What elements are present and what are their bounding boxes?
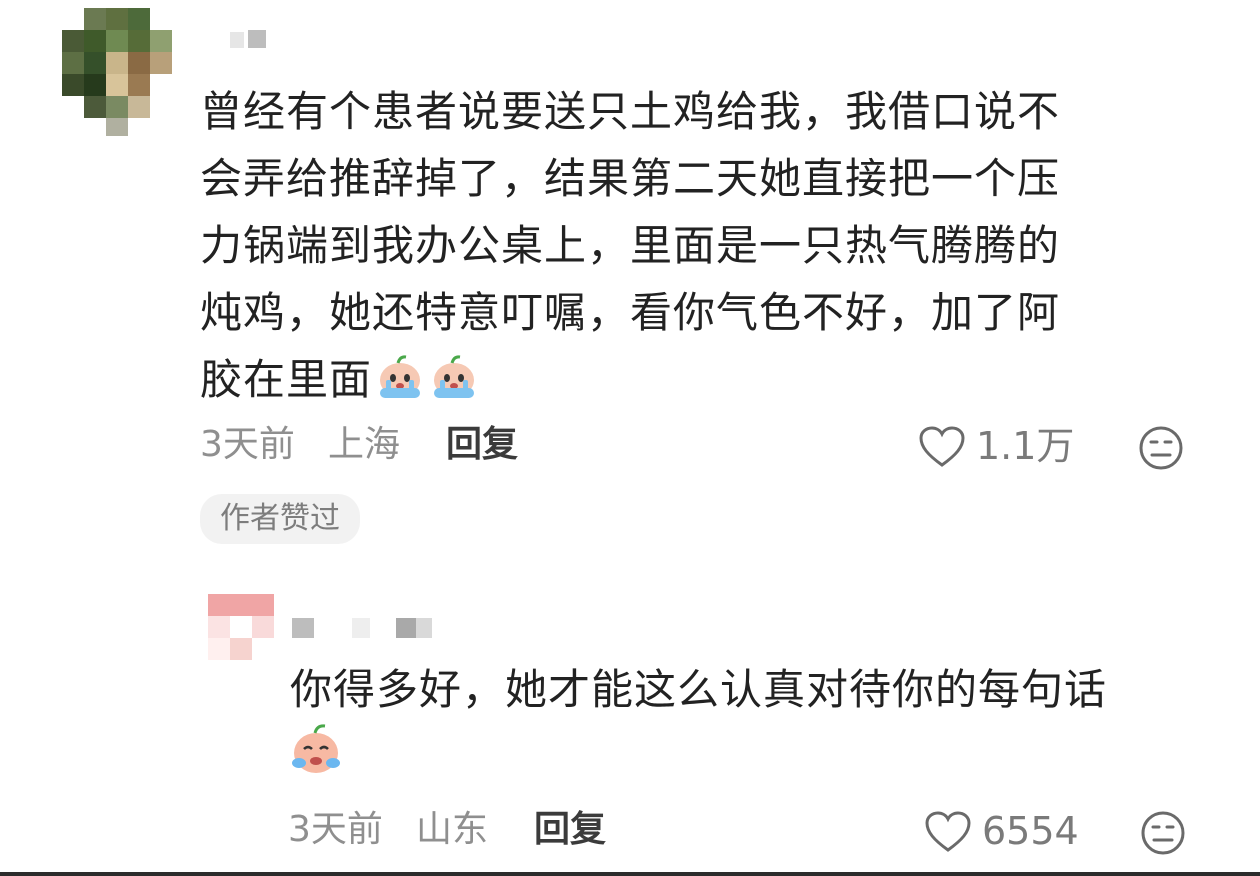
dislike-face-icon[interactable]	[1140, 810, 1186, 860]
like-count: 6554	[982, 809, 1079, 853]
reply-line: 你得多好，她才能这么认真对待你的每句话	[290, 665, 1108, 714]
like-button[interactable]: 6554	[924, 810, 1094, 854]
comment-line-last: 胶在里面	[200, 346, 1200, 413]
reply-time: 3天前	[288, 809, 383, 850]
reply-body: 你得多好，她才能这么认真对待你的每句话	[290, 656, 1220, 787]
bottom-divider	[0, 872, 1260, 876]
comment-meta: 3天前 上海 回复 1.1万	[200, 424, 1200, 470]
crying-face-emoji	[374, 352, 426, 398]
reply-button[interactable]: 回复	[534, 812, 606, 848]
reply-emoji-line	[290, 723, 1220, 787]
comment-line: 曾经有个患者说要送只土鸡给我，我借口说不	[200, 87, 1061, 136]
crying-face-emoji	[290, 723, 342, 777]
comment-location: 上海	[328, 424, 401, 465]
comment-line: 力锅端到我办公桌上，里面是一只热气腾腾的	[200, 221, 1061, 270]
comment-line: 会弄给推辞掉了，结果第二天她直接把一个压	[200, 154, 1061, 203]
comment-time: 3天前	[200, 424, 295, 465]
avatar[interactable]	[208, 594, 274, 660]
username-blurred[interactable]	[292, 614, 442, 638]
heart-icon	[924, 810, 972, 858]
like-count: 1.1万	[976, 424, 1075, 468]
heart-icon	[918, 425, 966, 473]
author-liked-badge: 作者赞过	[200, 494, 360, 544]
comment-body: 曾经有个患者说要送只土鸡给我，我借口说不 会弄给推辞掉了，结果第二天她直接把一个…	[200, 78, 1200, 413]
reply-location: 山东	[416, 809, 489, 850]
reply-button[interactable]: 回复	[446, 427, 518, 463]
reply-meta: 3天前 山东 回复 6554	[288, 809, 1208, 855]
dislike-face-icon[interactable]	[1138, 425, 1184, 475]
avatar[interactable]	[62, 8, 172, 136]
crying-face-emoji	[428, 352, 480, 398]
like-button[interactable]: 1.1万	[918, 425, 1078, 469]
comment-line: 炖鸡，她还特意叮嘱，看你气色不好，加了阿	[200, 288, 1061, 337]
username-blurred[interactable]	[230, 28, 270, 50]
